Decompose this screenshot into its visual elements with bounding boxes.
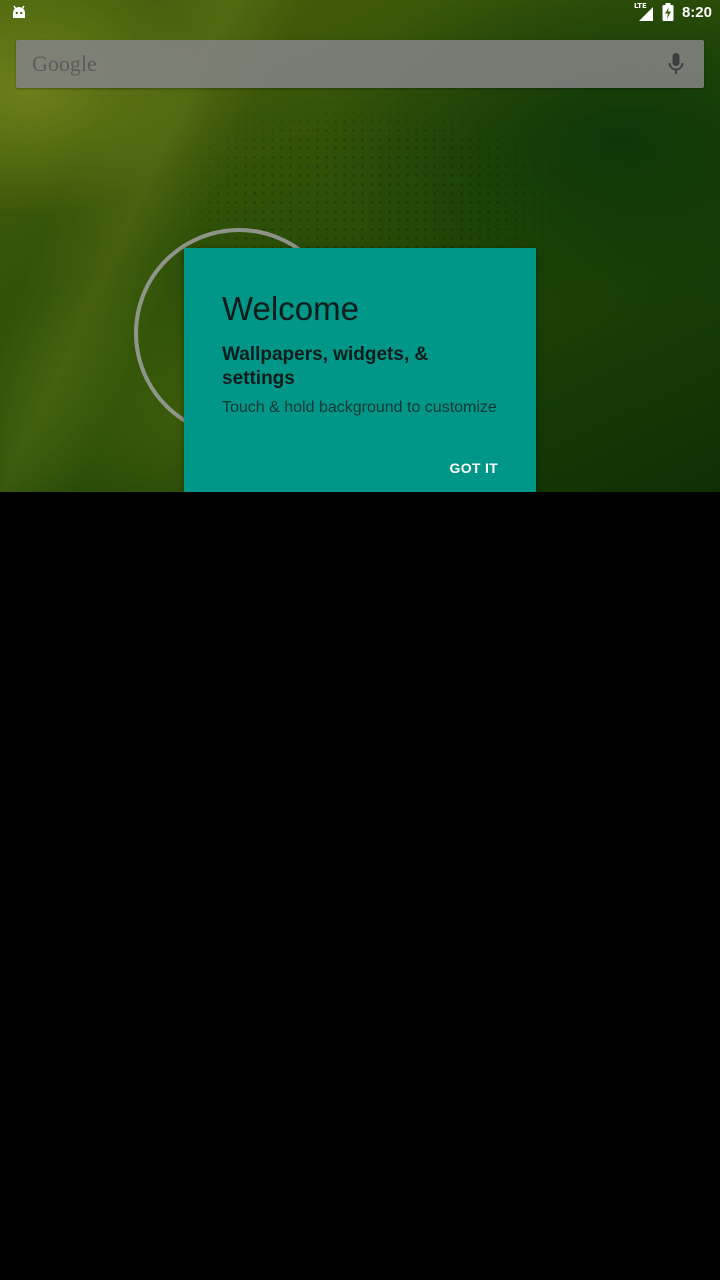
welcome-title: Welcome bbox=[222, 290, 359, 327]
cell-signal-icon: LTE bbox=[634, 2, 654, 21]
welcome-body-text: Touch & hold background to customize bbox=[222, 399, 497, 416]
google-logo-text: Google bbox=[32, 51, 97, 76]
google-search-bar[interactable]: Google bbox=[16, 40, 704, 88]
blank-screen-area bbox=[0, 492, 720, 1280]
status-icons: LTE 8:20 bbox=[634, 0, 712, 24]
status-bar: LTE 8:20 bbox=[0, 0, 720, 24]
status-clock: 8:20 bbox=[681, 3, 712, 21]
android-debug-icon bbox=[13, 5, 25, 18]
welcome-card: Welcome Wallpapers, widgets, & settings … bbox=[184, 248, 536, 492]
welcome-subtitle: Wallpapers, widgets, & settings bbox=[222, 344, 429, 389]
battery-charging-icon bbox=[662, 3, 674, 21]
microphone-icon[interactable] bbox=[666, 52, 686, 76]
got-it-button[interactable]: GOT IT bbox=[442, 456, 506, 480]
home-screen: LTE 8:20 Google Welcome Wallpapers, widg… bbox=[0, 0, 720, 1280]
